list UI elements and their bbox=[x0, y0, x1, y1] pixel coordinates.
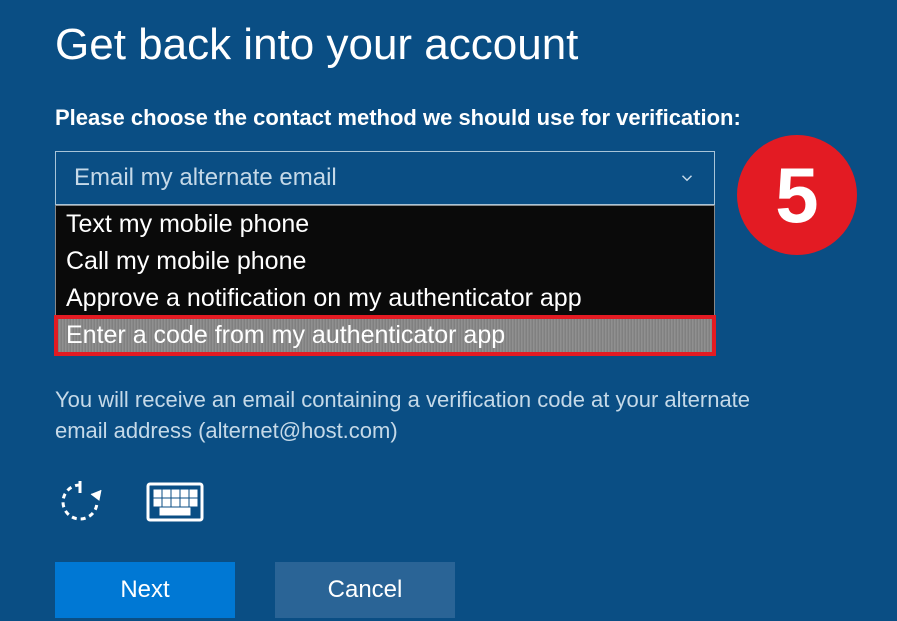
dropdown-option-enter-code[interactable]: Enter a code from my authenticator app bbox=[56, 317, 714, 354]
dropdown-selected-label: Email my alternate email bbox=[74, 164, 337, 192]
keyboard-button[interactable] bbox=[145, 481, 205, 528]
instruction-text: Please choose the contact method we shou… bbox=[55, 105, 842, 131]
button-row: Next Cancel bbox=[55, 562, 842, 618]
dropdown-selected-value[interactable]: Email my alternate email bbox=[55, 151, 715, 205]
chevron-down-icon bbox=[678, 169, 696, 187]
icon-row bbox=[55, 477, 842, 532]
verification-info-text: You will receive an email containing a v… bbox=[55, 385, 755, 447]
dropdown-option-approve-notification[interactable]: Approve a notification on my authenticat… bbox=[56, 280, 714, 317]
cancel-button[interactable]: Cancel bbox=[275, 562, 455, 618]
dropdown-option-call-phone[interactable]: Call my mobile phone bbox=[56, 243, 714, 280]
keyboard-icon bbox=[145, 481, 205, 523]
step-number-badge: 5 bbox=[737, 135, 857, 255]
page-title: Get back into your account bbox=[55, 20, 842, 70]
dropdown-option-text-phone[interactable]: Text my mobile phone bbox=[56, 206, 714, 243]
refresh-button[interactable] bbox=[55, 477, 105, 532]
dropdown-list: Text my mobile phone Call my mobile phon… bbox=[55, 205, 715, 355]
next-button[interactable]: Next bbox=[55, 562, 235, 618]
refresh-icon bbox=[55, 477, 105, 527]
verification-method-dropdown[interactable]: Email my alternate email Text my mobile … bbox=[55, 151, 715, 205]
